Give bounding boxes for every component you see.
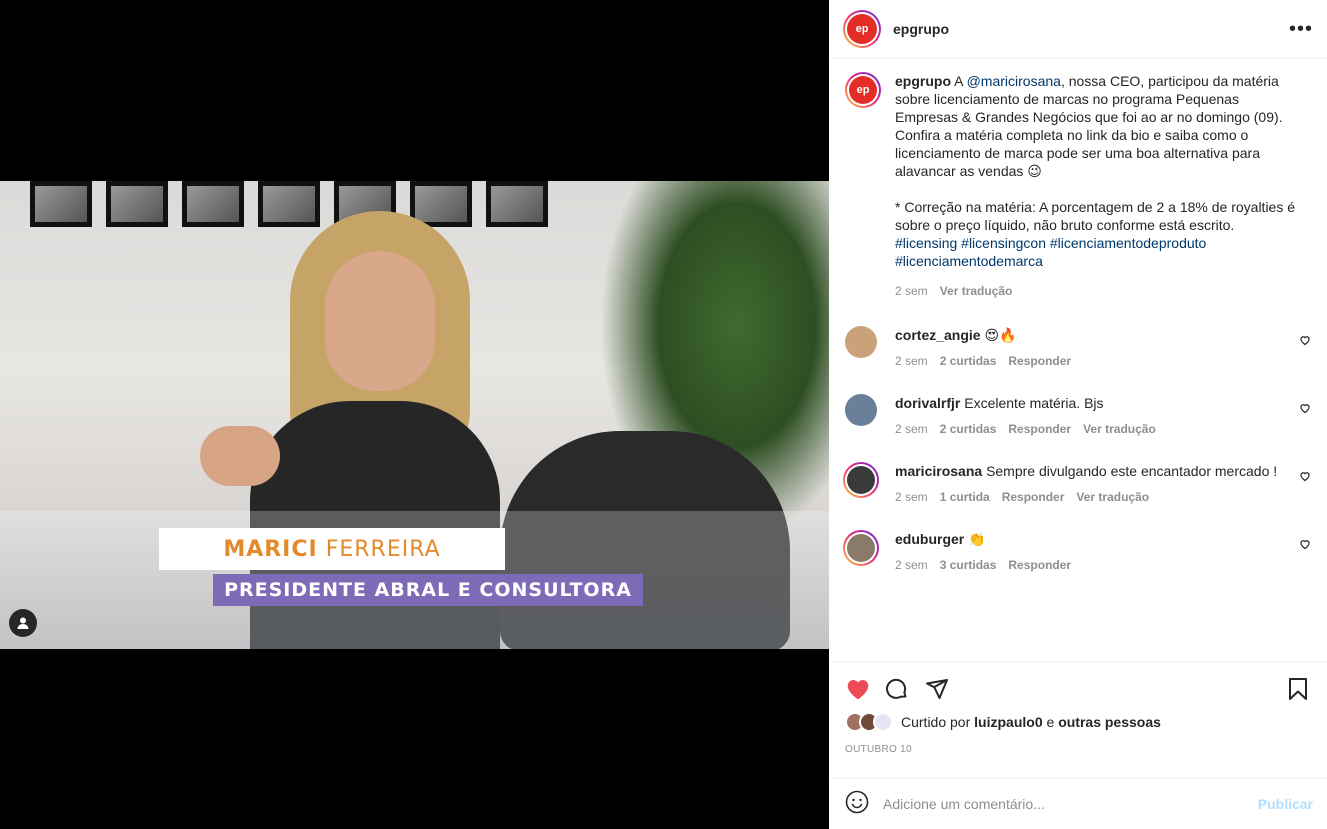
- comment-time[interactable]: 2 sem: [895, 556, 928, 574]
- comment-avatar[interactable]: [845, 394, 877, 426]
- paper-plane-icon: [926, 679, 948, 699]
- comment-likes[interactable]: 2 curtidas: [940, 352, 997, 370]
- author-username[interactable]: epgrupo: [893, 21, 1289, 37]
- comments-list[interactable]: ep epgrupo A @maricirosana, nossa CEO, p…: [829, 60, 1327, 661]
- share-button[interactable]: [925, 675, 965, 703]
- liked-by-others[interactable]: outras pessoas: [1058, 714, 1161, 730]
- liked-by-prefix: Curtido por: [901, 714, 975, 730]
- author-avatar[interactable]: ep: [843, 10, 881, 48]
- caption-avatar[interactable]: ep: [845, 72, 881, 108]
- comment-text: Sempre divulgando este encantador mercad…: [986, 463, 1278, 479]
- tagged-users-button[interactable]: [9, 609, 37, 637]
- video-frame[interactable]: MARICI FERREIRA PRESIDENTE ABRAL E CONSU…: [0, 181, 829, 649]
- lower-third-role: PRESIDENTE ABRAL E CONSULTORA: [213, 574, 643, 606]
- liker-avatar[interactable]: [873, 712, 893, 732]
- comment-avatar[interactable]: [843, 462, 879, 498]
- comment-time[interactable]: 2 sem: [895, 488, 928, 506]
- caption-username[interactable]: epgrupo: [895, 73, 951, 89]
- comment-time[interactable]: 2 sem: [895, 420, 928, 438]
- ep-logo: ep: [849, 76, 877, 104]
- comment-username[interactable]: eduburger: [895, 531, 964, 547]
- comment-likes[interactable]: 3 curtidas: [940, 556, 997, 574]
- post-details-panel: ep epgrupo ••• ep epgrupo A @maricirosan…: [829, 0, 1327, 829]
- picture-frame: [30, 181, 92, 227]
- post-media[interactable]: MARICI FERREIRA PRESIDENTE ABRAL E CONSU…: [0, 0, 829, 829]
- lower-third-name: MARICI FERREIRA: [159, 528, 505, 570]
- comment-reply-button[interactable]: Responder: [1008, 556, 1071, 574]
- comment-like-heart-icon[interactable]: [1299, 334, 1311, 346]
- comment-username[interactable]: cortez_angie: [895, 327, 981, 343]
- comment-reply-button[interactable]: Responder: [1002, 488, 1065, 506]
- comment: dorivalrfjr Excelente matéria. Bjs 2 sem…: [845, 394, 1311, 438]
- caption-translate-link[interactable]: Ver tradução: [940, 282, 1013, 300]
- publish-button[interactable]: Publicar: [1258, 796, 1313, 812]
- comment-text: Excelente matéria. Bjs: [964, 395, 1104, 411]
- post-actions: Curtido por luizpaulo0 e outras pessoas …: [829, 661, 1327, 767]
- comment-text: 😍🔥: [984, 327, 1017, 343]
- more-options-icon[interactable]: •••: [1289, 18, 1313, 41]
- post-date[interactable]: OUTUBRO 10: [845, 744, 1311, 755]
- liked-by-user[interactable]: luizpaulo0: [974, 714, 1042, 730]
- caption-text-before: A: [951, 73, 967, 89]
- bookmark-icon: [1289, 678, 1307, 700]
- comment: maricirosana Sempre divulgando este enca…: [843, 462, 1311, 506]
- liked-by: Curtido por luizpaulo0 e outras pessoas: [845, 712, 1311, 732]
- comment-translate-link[interactable]: Ver tradução: [1083, 420, 1156, 438]
- caption-text: epgrupo A @maricirosana, nossa CEO, part…: [895, 72, 1297, 180]
- save-button[interactable]: [1287, 675, 1311, 703]
- caption-mention[interactable]: @maricirosana: [967, 73, 1061, 89]
- caption-hashtags[interactable]: #licensing #licensingcon #licenciamentod…: [895, 234, 1297, 270]
- lower-third-first-name: MARICI: [223, 536, 318, 562]
- comment-bubble-icon: [886, 678, 907, 699]
- lower-third-last-name: FERREIRA: [325, 536, 441, 562]
- comment: cortez_angie 😍🔥 2 sem 2 curtidas Respond…: [845, 326, 1311, 370]
- comment-text: 👏: [968, 531, 986, 547]
- comment-translate-link[interactable]: Ver tradução: [1076, 488, 1149, 506]
- comment-avatar[interactable]: [845, 326, 877, 358]
- post-header: ep epgrupo •••: [829, 0, 1327, 59]
- comment-button[interactable]: [885, 675, 925, 703]
- heart-filled-icon: [847, 680, 869, 700]
- picture-frame: [182, 181, 244, 227]
- caption: ep epgrupo A @maricirosana, nossa CEO, p…: [845, 72, 1311, 300]
- like-button[interactable]: [845, 675, 885, 703]
- person-icon: [17, 617, 29, 629]
- comment: eduburger 👏 2 sem 3 curtidas Responder: [843, 530, 1311, 574]
- comment-avatar[interactable]: [843, 530, 879, 566]
- liked-by-and: e: [1042, 714, 1059, 730]
- comment-like-heart-icon[interactable]: [1299, 402, 1311, 414]
- comment-like-heart-icon[interactable]: [1299, 470, 1311, 482]
- comment-like-heart-icon[interactable]: [1299, 538, 1311, 550]
- picture-frame: [106, 181, 168, 227]
- comment-likes[interactable]: 2 curtidas: [940, 420, 997, 438]
- comment-reply-button[interactable]: Responder: [1008, 352, 1071, 370]
- comment-username[interactable]: dorivalrfjr: [895, 395, 960, 411]
- comment-username[interactable]: maricirosana: [895, 463, 982, 479]
- comment-likes[interactable]: 1 curtida: [940, 488, 990, 506]
- emoji-icon: [845, 790, 869, 813]
- caption-time[interactable]: 2 sem: [895, 282, 928, 300]
- comment-time[interactable]: 2 sem: [895, 352, 928, 370]
- comment-composer: Publicar: [829, 778, 1327, 829]
- comment-input[interactable]: [883, 796, 1258, 812]
- emoji-button[interactable]: [845, 790, 869, 819]
- lower-third: MARICI FERREIRA PRESIDENTE ABRAL E CONSU…: [159, 528, 643, 606]
- comment-reply-button[interactable]: Responder: [1008, 420, 1071, 438]
- ep-logo: ep: [847, 14, 877, 44]
- caption-correction: * Correção na matéria: A porcentagem de …: [895, 199, 1296, 233]
